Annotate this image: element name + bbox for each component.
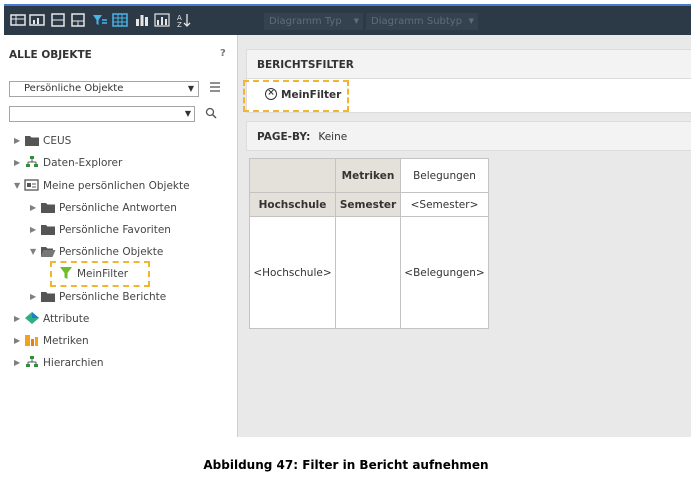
tree-item-label: Metriken (43, 335, 89, 347)
column-chart-icon[interactable] (154, 12, 170, 28)
chart-type-dropdown[interactable]: Diagramm Typ ▼ (264, 13, 363, 30)
expand-arrow-icon[interactable]: ▶ (14, 353, 24, 373)
tree-item-label: Daten-Explorer (43, 157, 123, 169)
filter-highlight-box (243, 80, 349, 112)
chevron-down-icon: ▼ (468, 17, 474, 25)
metrics-header[interactable]: Metriken (335, 158, 401, 193)
tree-item-label: Persönliche Antworten (59, 202, 177, 214)
page-by-bar: PAGE-BY: Keine (246, 121, 691, 151)
chart-type-label: Diagramm Typ (269, 16, 342, 27)
tree-highlight-box (50, 261, 150, 287)
metric-icon (25, 335, 38, 346)
chart-subtype-label: Diagramm Subtyp (371, 16, 463, 27)
chart-subtype-dropdown[interactable]: Diagramm Subtyp ▼ (366, 13, 478, 30)
expand-arrow-icon[interactable]: ▶ (14, 153, 24, 173)
grid-view-icon[interactable] (10, 12, 26, 28)
tree-item-attribute[interactable]: ▶ Attribute (14, 309, 89, 329)
hochschule-placeholder: <Hochschule> (249, 216, 336, 329)
tree-item-daten-explorer[interactable]: ▶ Daten-Explorer (14, 153, 122, 173)
figure-caption: Abbildung 47: Filter in Bericht aufnehme… (203, 458, 489, 472)
folder-icon (25, 136, 39, 146)
tree-item-hierarchien[interactable]: ▶ Hierarchien (14, 353, 104, 373)
folder-icon (41, 225, 55, 235)
bar-chart-icon[interactable] (134, 12, 150, 28)
folder-icon (41, 292, 55, 302)
page-icon[interactable] (50, 12, 66, 28)
tree-item-persoenliche-antworten[interactable]: ▶ Persönliche Antworten (30, 198, 177, 218)
expand-arrow-icon[interactable]: ▶ (30, 287, 40, 307)
view-select-value: Persönliche Objekte (24, 83, 124, 94)
tree-item-label: CEUS (43, 135, 72, 147)
chevron-down-icon: ▼ (184, 109, 191, 118)
folder-open-icon (41, 247, 56, 257)
personal-objects-icon (24, 179, 39, 191)
chevron-down-icon: ▼ (353, 17, 359, 25)
semester-header[interactable]: Semester (335, 192, 401, 217)
collapse-arrow-icon[interactable]: ▼ (30, 242, 40, 262)
chevron-down-icon: ▼ (187, 84, 194, 93)
grid-corner-cell (249, 158, 336, 193)
tree-item-ceus[interactable]: ▶ CEUS (14, 131, 71, 151)
expand-arrow-icon[interactable]: ▶ (14, 309, 24, 329)
view-select[interactable]: Persönliche Objekte ▼ (9, 81, 199, 97)
attribute-icon (25, 312, 39, 324)
page-icon[interactable] (70, 12, 86, 28)
collapse-arrow-icon[interactable]: ▼ (14, 176, 24, 196)
filter-icon[interactable] (92, 12, 108, 28)
sidebar-title: ALLE OBJEKTE (9, 49, 92, 61)
belegungen-header[interactable]: Belegungen (400, 158, 489, 193)
page-by-label: PAGE-BY: (257, 131, 311, 143)
page-by-value: Keine (318, 131, 348, 143)
application-window: AZ Diagramm Typ ▼ Diagramm Subtyp ▼ ALLE O… (4, 4, 691, 437)
help-icon[interactable]: ? (220, 48, 226, 59)
report-editor: BERICHTSFILTER × MeinFilter PAGE-BY: Keine… (239, 35, 691, 437)
search-icon[interactable] (205, 107, 217, 119)
tree-item-meine-persoenlichen-objekte[interactable]: ▼ Meine persönlichen Objekte (14, 176, 190, 196)
hochschule-header[interactable]: Hochschule (249, 192, 336, 217)
hierarchy-icon (26, 156, 38, 167)
svg-text:Z: Z (177, 21, 182, 28)
toolbar: AZ Diagramm Typ ▼ Diagramm Subtyp ▼ (4, 4, 691, 35)
expand-arrow-icon[interactable]: ▶ (30, 220, 40, 240)
tree-item-label: Persönliche Berichte (59, 291, 167, 303)
folder-icon (41, 203, 55, 213)
semester-value-cell (335, 216, 401, 329)
report-filter-header: BERICHTSFILTER (246, 49, 691, 79)
tree-item-label: Meine persönlichen Objekte (43, 180, 190, 192)
graph-view-icon[interactable] (29, 12, 45, 28)
tree-item-persoenliche-favoriten[interactable]: ▶ Persönliche Favoriten (30, 220, 171, 240)
table-icon[interactable] (112, 12, 128, 28)
expand-arrow-icon[interactable]: ▶ (14, 131, 24, 151)
semester-placeholder: <Semester> (400, 192, 489, 217)
expand-arrow-icon[interactable]: ▶ (14, 331, 24, 351)
sort-icon[interactable]: AZ (176, 12, 192, 28)
list-icon[interactable] (209, 81, 221, 93)
tree-item-label: Attribute (43, 313, 90, 325)
tree-item-label: Persönliche Favoriten (59, 224, 171, 236)
hierarchy-icon (26, 356, 38, 367)
tree-item-persoenliche-berichte[interactable]: ▶ Persönliche Berichte (30, 287, 166, 307)
tree-item-persoenliche-objekte[interactable]: ▼ Persönliche Objekte (30, 242, 163, 262)
belegungen-placeholder: <Belegungen> (400, 216, 489, 329)
search-input[interactable]: ▼ (9, 106, 195, 122)
tree-item-metriken[interactable]: ▶ Metriken (14, 331, 89, 351)
tree-item-label: Hierarchien (43, 357, 104, 369)
tree-item-label: Persönliche Objekte (59, 246, 164, 258)
report-grid: Metriken Belegungen Hochschule Semester … (249, 158, 489, 329)
object-browser: ALLE OBJEKTE ? Persönliche Objekte ▼ ▼ ▶… (4, 35, 238, 437)
expand-arrow-icon[interactable]: ▶ (30, 198, 40, 218)
